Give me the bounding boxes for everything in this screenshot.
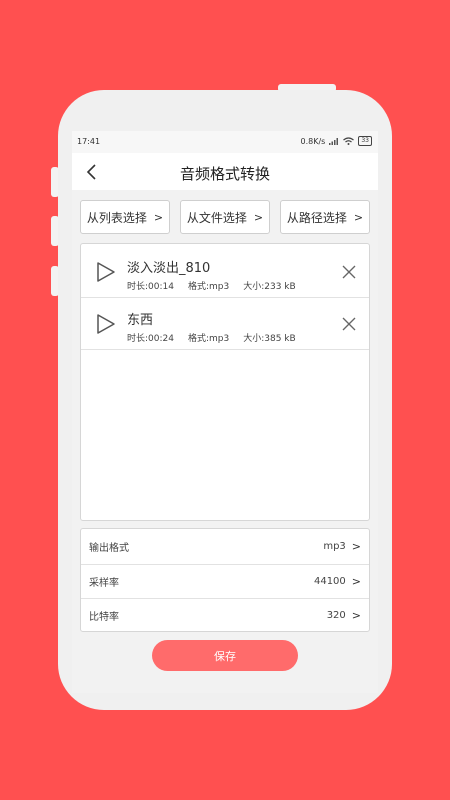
file-meta: 时长:00:24 格式:mp3 大小:385 kB (127, 331, 310, 344)
close-icon[interactable] (341, 264, 357, 280)
select-from-list-button[interactable]: 从列表选择 > (80, 200, 170, 234)
battery-icon: 33 (358, 136, 372, 146)
file-duration: 时长:00:24 (127, 334, 174, 344)
setting-value: mp3 (323, 540, 346, 552)
chevron-right-icon: > (351, 539, 361, 553)
output-format-row[interactable]: 输出格式 mp3 > (81, 529, 369, 563)
setting-value: 320 (326, 610, 346, 621)
source-buttons: 从列表选择 > 从文件选择 > 从路径选择 > (80, 200, 370, 234)
close-icon[interactable] (341, 316, 357, 332)
button-label: 从文件选择 (186, 210, 247, 225)
network-speed: 0.8K/s (300, 136, 326, 146)
select-from-file-button[interactable]: 从文件选择 > (180, 200, 270, 234)
button-label: 从列表选择 (86, 210, 147, 225)
file-name: 淡入淡出_810 (127, 261, 211, 276)
file-name: 东西 (127, 313, 154, 328)
file-list: 淡入淡出_810 时长:00:14 格式:mp3 大小:233 kB 东西 时长… (80, 243, 370, 521)
status-bar: 17:41 0.8K/s 33 (72, 131, 378, 153)
file-size: 大小:385 kB (243, 334, 296, 344)
select-from-path-button[interactable]: 从路径选择 > (280, 200, 370, 234)
file-meta: 时长:00:14 格式:mp3 大小:233 kB (127, 279, 310, 292)
settings-panel: 输出格式 mp3 > 采样率 44100 > 比特率 320 > (80, 528, 370, 632)
file-duration: 时长:00:14 (127, 282, 174, 292)
list-item[interactable]: 淡入淡出_810 时长:00:14 格式:mp3 大小:233 kB (81, 246, 369, 298)
setting-value-group: 320 > (327, 609, 361, 622)
save-button[interactable]: 保存 (152, 640, 298, 671)
setting-label: 比特率 (89, 612, 119, 623)
wifi-icon (343, 137, 355, 145)
play-icon[interactable] (93, 312, 117, 336)
setting-value-group: mp3 > (323, 540, 361, 553)
button-label: 从路径选择 (286, 210, 347, 225)
chevron-right-icon: > (253, 210, 264, 224)
setting-value: 44100 (313, 576, 346, 587)
chevron-right-icon: > (351, 575, 361, 588)
chevron-right-icon: > (353, 210, 364, 224)
app-screen: 17:41 0.8K/s 33 音频格式转换 从列表选择 > 从文件选择 > 从… (72, 131, 378, 693)
signal-icon (329, 138, 339, 145)
status-indicators: 0.8K/s 33 (301, 136, 372, 146)
setting-value-group: 44100 > (314, 575, 361, 588)
page-title: 音频格式转换 (179, 165, 270, 183)
list-item[interactable]: 东西 时长:00:24 格式:mp3 大小:385 kB (81, 298, 369, 350)
chevron-right-icon: > (153, 210, 164, 224)
setting-label: 采样率 (89, 578, 119, 589)
sample-rate-row[interactable]: 采样率 44100 > (81, 564, 369, 598)
app-header: 音频格式转换 (72, 153, 378, 190)
file-format: 格式:mp3 (187, 282, 230, 292)
status-time: 17:41 (77, 137, 101, 146)
file-size: 大小:233 kB (243, 282, 296, 292)
bitrate-row[interactable]: 比特率 320 > (81, 598, 369, 632)
chevron-right-icon: > (351, 609, 361, 622)
file-format: 格式:mp3 (187, 334, 230, 344)
play-icon[interactable] (93, 260, 117, 284)
setting-label: 输出格式 (89, 542, 129, 554)
